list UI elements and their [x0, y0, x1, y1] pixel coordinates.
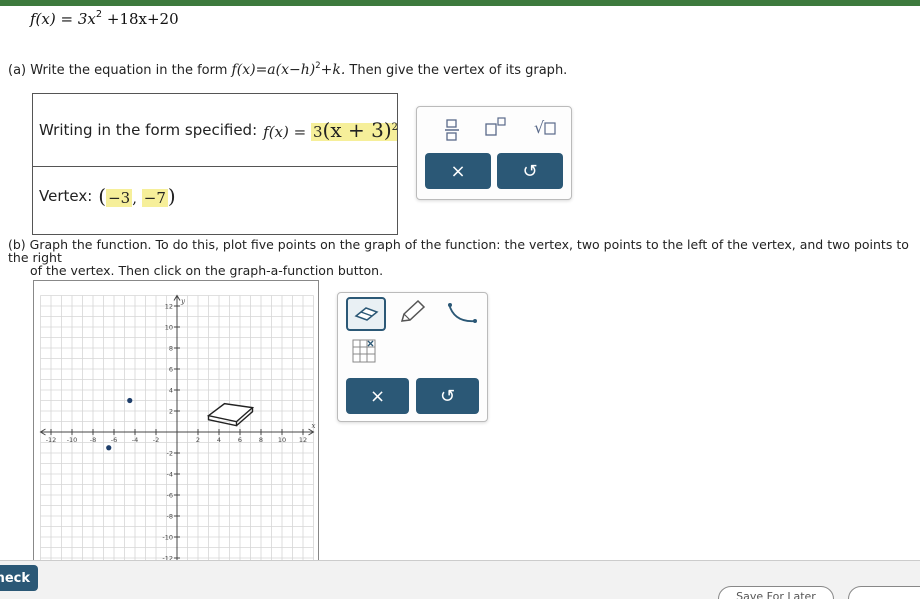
y-tick-label: 6 [169, 366, 173, 374]
y-tick-label: -2 [167, 450, 173, 458]
square-root-icon[interactable]: √ [534, 118, 556, 137]
clear-button[interactable]: × [425, 153, 491, 189]
table-grid-icon[interactable] [352, 339, 376, 367]
eraser-tool-icon[interactable] [346, 297, 386, 331]
x-tick-label: 6 [238, 436, 242, 444]
x-tick-label: -2 [153, 436, 159, 444]
x-tick-label: -8 [90, 436, 96, 444]
function-exponent: 2 [95, 9, 103, 21]
function-rest: +18x+20 [106, 10, 179, 28]
y-tick-label: 8 [169, 345, 173, 353]
form-eq: = [255, 62, 268, 78]
graph-function-icon[interactable] [446, 301, 478, 331]
y-tick-label: -10 [162, 534, 173, 542]
vertex-close-paren: ) [167, 184, 176, 208]
x-tick-label: 8 [259, 436, 263, 444]
vertex-form-input[interactable]: 3(x + 3)2 − 7 [311, 118, 397, 142]
square-root-symbol: √ [534, 118, 545, 137]
vertex-form-expression: f(x) = 3(x + 3)2 − 7 [263, 118, 397, 142]
form-a: a [267, 62, 276, 78]
undo-button[interactable]: ↺ [497, 153, 563, 189]
answer-fx: f(x) [263, 123, 289, 141]
fraction-icon[interactable] [445, 119, 459, 145]
form-x: (x) [236, 62, 256, 78]
answer-a: 3 [313, 123, 323, 141]
part-a-prompt: (a) Write the equation in the form f(x)=… [8, 61, 568, 78]
check-label: heck [0, 570, 30, 586]
function-equals: = [60, 10, 74, 28]
graph-undo-icon: ↺ [439, 385, 456, 407]
x-tick-label: -6 [111, 436, 117, 444]
graph-clear-button[interactable]: × [346, 378, 409, 414]
y-tick-label: 10 [165, 324, 173, 332]
undo-icon: ↺ [522, 160, 538, 182]
y-axis-label: y [180, 298, 186, 306]
graph-clear-icon: × [369, 385, 386, 407]
y-tick-label: -6 [167, 492, 173, 500]
answer-exp: 2 [392, 122, 397, 133]
x-tick-label: -12 [46, 436, 57, 444]
y-tick-label: 12 [165, 303, 173, 311]
pencil-tool-icon[interactable] [398, 299, 428, 329]
answer-eq: = [293, 123, 307, 141]
vertex-form-row: Writing in the form specified: f(x) = 3(… [33, 94, 397, 167]
x-tick-label: 2 [196, 436, 200, 444]
y-tick-label: -8 [167, 513, 173, 521]
y-tick-label: 4 [169, 387, 173, 395]
vertex-comma: , [132, 189, 137, 207]
graph-undo-button[interactable]: ↺ [416, 378, 479, 414]
x-tick-label: 10 [278, 436, 286, 444]
part-a-intro: (a) Write the equation in the form [8, 63, 232, 78]
part-b-line2: of the vertex. Then click on the graph-a… [30, 263, 384, 278]
top-accent-bar [0, 0, 920, 6]
plotted-point [127, 397, 133, 404]
vertex-y-input[interactable]: −7 [141, 189, 168, 207]
y-tick-label: 2 [169, 408, 173, 416]
y-tick-label: -4 [167, 471, 173, 479]
eraser-cursor-icon [206, 402, 255, 427]
clear-icon: × [450, 160, 466, 182]
vertex-open-paren: ( [98, 184, 107, 208]
vertex-label: Vertex: [39, 187, 93, 205]
vertex-value: (−3, −7) [98, 184, 175, 208]
save-for-later-button[interactable]: Save For Later [718, 586, 834, 599]
exponent-icon[interactable] [485, 117, 507, 141]
form-k: +k. [320, 62, 346, 78]
function-x-squared-coef: 3x [77, 10, 96, 28]
vertex-row: Vertex: (−3, −7) [33, 167, 397, 235]
math-palette: √ × ↺ [416, 106, 572, 200]
x-tick-label: -4 [132, 436, 138, 444]
x-tick-label: 4 [217, 436, 221, 444]
coordinate-plane[interactable]: -12 -10 -8 -6 -4 -2 2 4 6 8 10 12 12 10 8 6 4 2 -2 -4 -6 -8 -1… [34, 281, 320, 563]
plotted-point [106, 445, 112, 451]
x-tick-label: 12 [299, 436, 307, 444]
submit-button[interactable] [848, 586, 920, 599]
answer-paren: (x + 3) [322, 118, 392, 142]
vertex-form-label: Writing in the form specified: [39, 121, 258, 139]
part-b-line1: (b) Graph the function. To do this, plot… [8, 237, 909, 265]
graph-area[interactable]: -12 -10 -8 -6 -4 -2 2 4 6 8 10 12 12 10 8 6 4 2 -2 -4 -6 -8 -1… [33, 280, 320, 563]
answer-box: Writing in the form specified: f(x) = 3(… [32, 93, 398, 235]
form-paren: (x−h) [275, 62, 316, 78]
x-tick-label: -10 [67, 436, 78, 444]
function-definition: f(x) = 3x2 +18x+20 [30, 10, 179, 28]
function-lhs: f(x) [30, 10, 56, 28]
save-for-later-label: Save For Later [736, 590, 816, 599]
eraser-body [206, 402, 255, 423]
part-b-prompt: (b) Graph the function. To do this, plot… [8, 238, 913, 277]
vertex-x-input[interactable]: −3 [106, 189, 133, 207]
x-axis-label: x [312, 422, 316, 430]
graph-toolbar: × ↺ [337, 292, 488, 422]
part-a-after: Then give the vertex of its graph. [345, 63, 568, 78]
check-button[interactable]: heck [0, 565, 38, 591]
